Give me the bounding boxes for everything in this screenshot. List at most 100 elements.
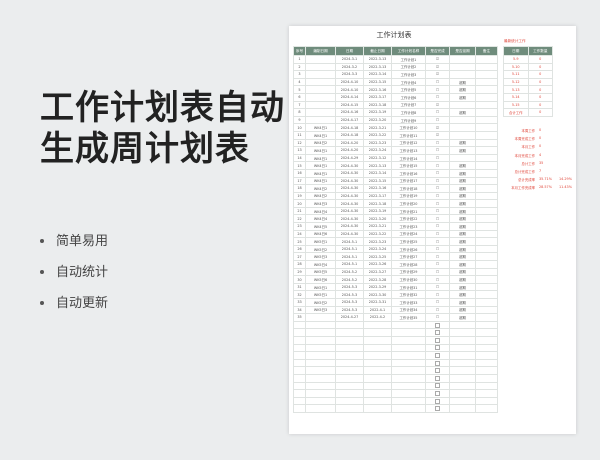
cell-done[interactable]: ☐: [425, 85, 450, 94]
cell-done[interactable]: ☐: [425, 161, 450, 170]
checkbox-cell[interactable]: [425, 396, 450, 406]
col-header: 是否完成: [425, 46, 450, 56]
checkbox-cell[interactable]: [425, 320, 450, 330]
cell-code: WK4日1: [305, 146, 336, 155]
cell-done[interactable]: ☑: [425, 70, 450, 79]
cell-code: WK4日1: [305, 130, 336, 140]
cell-done[interactable]: ☐: [425, 206, 450, 216]
cell-done[interactable]: ☐: [425, 214, 450, 224]
stat-label: 本周完成工作: [514, 137, 535, 142]
checkbox-icon[interactable]: [435, 398, 440, 404]
checkbox-cell[interactable]: [425, 328, 450, 337]
checkbox-icon[interactable]: [435, 406, 440, 412]
cell-done[interactable]: ☐: [425, 222, 450, 231]
cell-count: 0: [527, 55, 553, 64]
cell-date: 5-13: [503, 85, 529, 94]
empty-cell: [335, 373, 364, 383]
cell-done[interactable]: ☐: [425, 290, 450, 299]
checkbox-cell[interactable]: [425, 335, 450, 345]
cell-name: 工作计划33: [391, 298, 426, 307]
cell-done[interactable]: ☐: [425, 298, 450, 307]
cell-done[interactable]: ☐: [425, 176, 450, 186]
cell-done[interactable]: ☐: [425, 92, 450, 102]
table-row: 20 WK4日3 2024-4-30 2022-3-18 工作计划20 ☐ 超期: [293, 199, 498, 208]
checkbox-icon[interactable]: [435, 322, 440, 328]
cell-no: 6: [293, 92, 306, 102]
cell-done[interactable]: ☑: [425, 130, 450, 140]
empty-cell: [335, 366, 364, 375]
cell-date: 2024-4-27: [335, 313, 364, 322]
cell-done[interactable]: ☐: [425, 282, 450, 292]
cell-done[interactable]: ☐: [425, 199, 450, 208]
cell-delay: 超期: [449, 229, 476, 239]
table-row: 28 WK5日4 2024-5-1 2022-3-26 工作计划28 ☐ 超期: [293, 260, 498, 269]
checkbox-cell[interactable]: [425, 351, 450, 360]
empty-cell: [391, 320, 426, 330]
cell-no: 33: [293, 298, 306, 307]
checkbox-icon[interactable]: [435, 352, 440, 358]
checkbox-cell[interactable]: [425, 358, 450, 368]
cell-due: 2022-3-12: [363, 153, 392, 163]
cell-done[interactable]: ☑: [425, 62, 450, 72]
table-row-empty: [293, 366, 498, 375]
cell-done[interactable]: ☐: [425, 115, 450, 125]
cell-done[interactable]: ☐: [425, 153, 450, 163]
cell-done[interactable]: ☐: [425, 138, 450, 148]
cell-done[interactable]: ☐: [425, 237, 450, 246]
cell-done[interactable]: ☐: [425, 191, 450, 201]
checkbox-icon[interactable]: [435, 390, 440, 396]
checkbox-icon[interactable]: [435, 330, 440, 336]
checkbox-cell[interactable]: [425, 373, 450, 383]
cell-done[interactable]: ☐: [425, 313, 450, 322]
cell-date: 2024-4-16: [335, 108, 364, 117]
cell-done[interactable]: ☐: [425, 305, 450, 315]
cell-delay: 超期: [449, 305, 476, 315]
checkbox-cell[interactable]: [425, 404, 450, 413]
cell-done[interactable]: ☐: [425, 244, 450, 254]
checkbox-icon[interactable]: [435, 337, 440, 343]
cell-done[interactable]: ☐: [425, 260, 450, 269]
cell-done[interactable]: ☐: [425, 146, 450, 155]
table-body: 5-9 0 5-10 0 5-11 0 5-12 0 5-13 0 5-14 0 5-15 0 合计工作 0: [503, 55, 553, 117]
cell-code: WK4日3: [305, 199, 336, 208]
cell-date: 2024-4-30: [335, 222, 364, 231]
cell-note: [475, 282, 498, 292]
cell-note: [475, 77, 498, 87]
cell-done[interactable]: ☐: [425, 184, 450, 193]
cell-delay: 超期: [449, 267, 476, 277]
checkbox-cell[interactable]: [425, 381, 450, 391]
cell-done[interactable]: ☑: [425, 123, 450, 132]
cell-date: 2024-4-30: [335, 214, 364, 224]
cell-done[interactable]: ☐: [425, 267, 450, 277]
cell-done[interactable]: ☐: [425, 168, 450, 178]
cell-done[interactable]: ☐: [425, 275, 450, 284]
cell-done[interactable]: ☑: [425, 55, 450, 64]
cell-code: [305, 115, 336, 125]
cell-name: 工作计划19: [391, 191, 426, 201]
checkbox-icon[interactable]: [435, 375, 440, 381]
empty-cell: [475, 343, 498, 353]
table-row: 5-9 0: [503, 55, 553, 64]
cell-name: 工作计划12: [391, 138, 426, 148]
checkbox-cell[interactable]: [425, 343, 450, 353]
stat-row: 总计完成工作 7: [501, 169, 573, 177]
checkbox-icon[interactable]: [435, 368, 440, 374]
empty-cell: [293, 373, 306, 383]
empty-cell: [449, 381, 476, 391]
cell-name: 工作计划22: [391, 214, 426, 224]
checkbox-cell[interactable]: [425, 366, 450, 375]
checkbox-cell[interactable]: [425, 389, 450, 398]
cell-done[interactable]: ☐: [425, 77, 450, 87]
checkbox-icon[interactable]: [435, 383, 440, 389]
empty-cell: [335, 351, 364, 360]
cell-done[interactable]: ☐: [425, 252, 450, 262]
checkbox-icon[interactable]: [435, 345, 440, 351]
checkbox-icon[interactable]: [435, 360, 440, 366]
stat-label: 总计工作: [521, 161, 535, 166]
cell-done[interactable]: ☐: [425, 229, 450, 239]
cell-done[interactable]: ☑: [425, 100, 450, 110]
cell-note: [475, 153, 498, 163]
cell-done[interactable]: ☐: [425, 108, 450, 117]
stat-row: 本月工作完成率 28.57% 11.43%: [501, 185, 573, 193]
feature-label: 简单易用: [56, 234, 109, 249]
